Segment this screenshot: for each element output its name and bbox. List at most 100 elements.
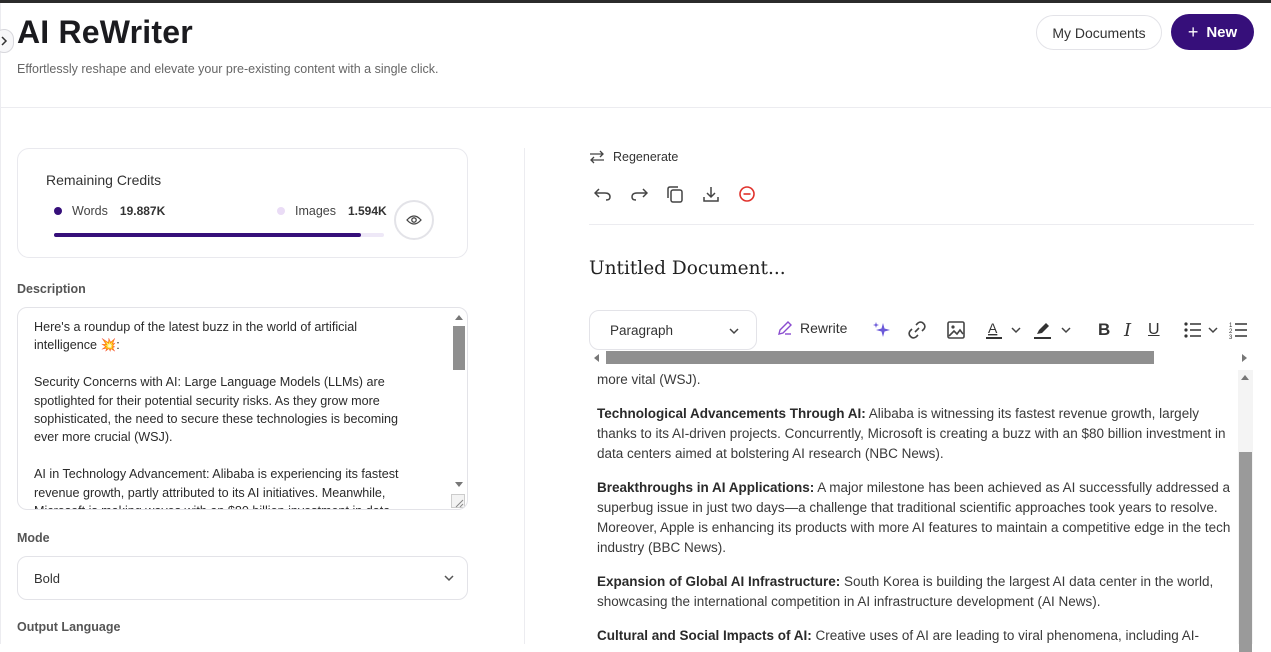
horizontal-scroll-thumb[interactable] (606, 351, 1154, 364)
regenerate-label: Regenerate (613, 150, 679, 164)
words-label: Words (72, 204, 108, 218)
insert-image-button[interactable] (946, 320, 966, 340)
words-value: 19.887K (119, 204, 166, 218)
rewrite-button[interactable]: Rewrite (777, 320, 847, 336)
description-scroll-thumb[interactable] (453, 326, 465, 370)
bold-button[interactable]: B (1098, 320, 1110, 340)
delete-button[interactable] (736, 184, 758, 204)
download-button[interactable] (700, 184, 722, 204)
editor-paragraph: Technological Advancements Through AI: A… (597, 404, 1233, 464)
paragraph-body: more vital (WSJ). (597, 372, 701, 387)
editor-actions-toolbar (592, 184, 758, 204)
redo-button[interactable] (628, 184, 650, 204)
paragraph-heading: Technological Advancements Through AI: (597, 406, 866, 421)
my-documents-button[interactable]: My Documents (1036, 15, 1162, 50)
link-button[interactable] (907, 320, 927, 340)
page-subtitle: Effortlessly reshape and elevate your pr… (17, 62, 439, 76)
italic-icon: I (1124, 319, 1132, 341)
resize-handle[interactable] (451, 494, 465, 508)
scroll-down-arrow[interactable] (455, 482, 463, 487)
copy-button[interactable] (664, 184, 686, 204)
words-legend: Words 19.887K (54, 204, 165, 218)
words-dot (54, 207, 62, 215)
editor-paragraph: Expansion of Global AI Infrastructure: S… (597, 572, 1233, 612)
pencil-icon (778, 321, 792, 335)
scroll-up-arrow[interactable] (1241, 375, 1249, 380)
credits-progress-bar (54, 233, 384, 237)
images-value: 1.594K (348, 204, 387, 218)
expand-sidebar-icon (1, 36, 8, 46)
top-border (0, 0, 1271, 3)
new-button-label: New (1206, 23, 1238, 41)
resize-icon (455, 499, 464, 508)
eye-icon (406, 215, 422, 225)
new-button[interactable]: + New (1171, 14, 1254, 50)
download-icon (703, 187, 719, 202)
image-icon (947, 321, 965, 339)
text-color-button[interactable]: A (985, 320, 1027, 340)
mode-label: Mode (17, 531, 50, 545)
paragraph-body: Creative uses of AI are leading to viral… (811, 628, 1200, 643)
copy-icon (667, 186, 683, 203)
undo-button[interactable] (592, 184, 614, 204)
left-border (0, 3, 1, 644)
redo-icon (631, 188, 648, 201)
scroll-up-arrow[interactable] (455, 315, 463, 320)
paragraph-heading: Cultural and Social Impacts of AI: (597, 628, 812, 643)
paragraph-style-select[interactable]: Paragraph (589, 310, 757, 350)
bullet-list-icon (1184, 322, 1218, 338)
highlight-icon (1034, 323, 1071, 339)
sparkle-icon (873, 322, 890, 337)
highlight-button[interactable] (1033, 320, 1075, 340)
mode-selected-value: Bold (34, 570, 61, 586)
paragraph-heading: Breakthroughs in AI Applications: (597, 480, 815, 495)
credits-card: Remaining Credits Words 19.887K Images 1… (17, 148, 468, 258)
svg-text:3: 3 (1229, 335, 1233, 340)
description-scrollbar[interactable] (451, 312, 467, 492)
underline-button[interactable]: U (1148, 320, 1160, 340)
credits-progress-fill (54, 233, 361, 237)
column-divider (524, 148, 525, 644)
bullet-list-button[interactable] (1183, 320, 1223, 340)
chevron-down-icon (444, 575, 454, 582)
editor-content[interactable]: more vital (WSJ). Technological Advancem… (589, 366, 1237, 644)
description-label: Description (17, 282, 86, 296)
italic-button[interactable]: I (1124, 319, 1132, 341)
vertical-scroll-thumb[interactable] (1239, 452, 1252, 652)
description-textarea[interactable]: Here's a roundup of the latest buzz in t… (17, 307, 468, 510)
editor-vertical-scrollbar[interactable] (1238, 370, 1253, 652)
bold-icon: B (1098, 320, 1111, 339)
ai-sparkle-button[interactable] (872, 320, 892, 340)
editor-paragraph: more vital (WSJ). (597, 370, 1233, 390)
underline-icon: U (1148, 321, 1160, 338)
text-color-icon: A (986, 320, 1021, 339)
images-dot (277, 207, 285, 215)
numbered-list-button[interactable]: 123 (1229, 320, 1249, 340)
header-divider (0, 107, 1271, 108)
show-credits-button[interactable] (394, 200, 434, 240)
regenerate-button[interactable]: Regenerate (589, 150, 678, 164)
regenerate-icon (590, 150, 604, 164)
sidebar-toggle-button[interactable] (0, 29, 14, 53)
editor-paragraph: Cultural and Social Impacts of AI: Creat… (597, 626, 1233, 644)
rich-text-toolbar: Paragraph Rewrite A B I U 123 (589, 310, 1259, 350)
images-legend: Images 1.594K (277, 204, 387, 218)
editor-divider (589, 224, 1254, 225)
rewrite-label: Rewrite (800, 320, 848, 336)
document-title[interactable]: Untitled Document... (589, 258, 786, 279)
scroll-left-arrow[interactable] (594, 354, 599, 362)
credits-title: Remaining Credits (46, 172, 162, 188)
plus-icon: + (1187, 22, 1199, 42)
output-language-label: Output Language (17, 620, 121, 634)
editor-paragraph: Breakthroughs in AI Applications: A majo… (597, 478, 1233, 558)
link-icon (908, 321, 926, 339)
svg-text:A: A (988, 320, 998, 336)
images-label: Images (295, 204, 336, 218)
editor-text: more vital (WSJ). Technological Advancem… (597, 370, 1233, 644)
description-text: Here's a roundup of the latest buzz in t… (34, 320, 399, 509)
scroll-right-arrow[interactable] (1242, 354, 1247, 362)
editor-horizontal-scrollbar[interactable] (594, 351, 1250, 364)
undo-icon (594, 188, 611, 201)
mode-select[interactable]: Bold (17, 556, 468, 600)
numbered-list-icon: 123 (1229, 323, 1247, 340)
